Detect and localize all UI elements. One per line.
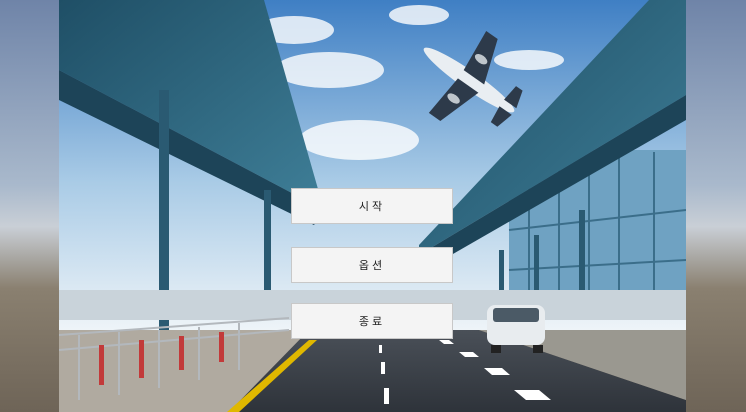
options-button[interactable]: 옵션 xyxy=(291,247,453,283)
quit-button[interactable]: 종료 xyxy=(291,303,453,339)
start-button-label: 시작 xyxy=(358,200,386,213)
start-button[interactable]: 시작 xyxy=(291,188,453,224)
options-button-label: 옵션 xyxy=(358,259,386,272)
quit-button-label: 종료 xyxy=(358,315,386,328)
